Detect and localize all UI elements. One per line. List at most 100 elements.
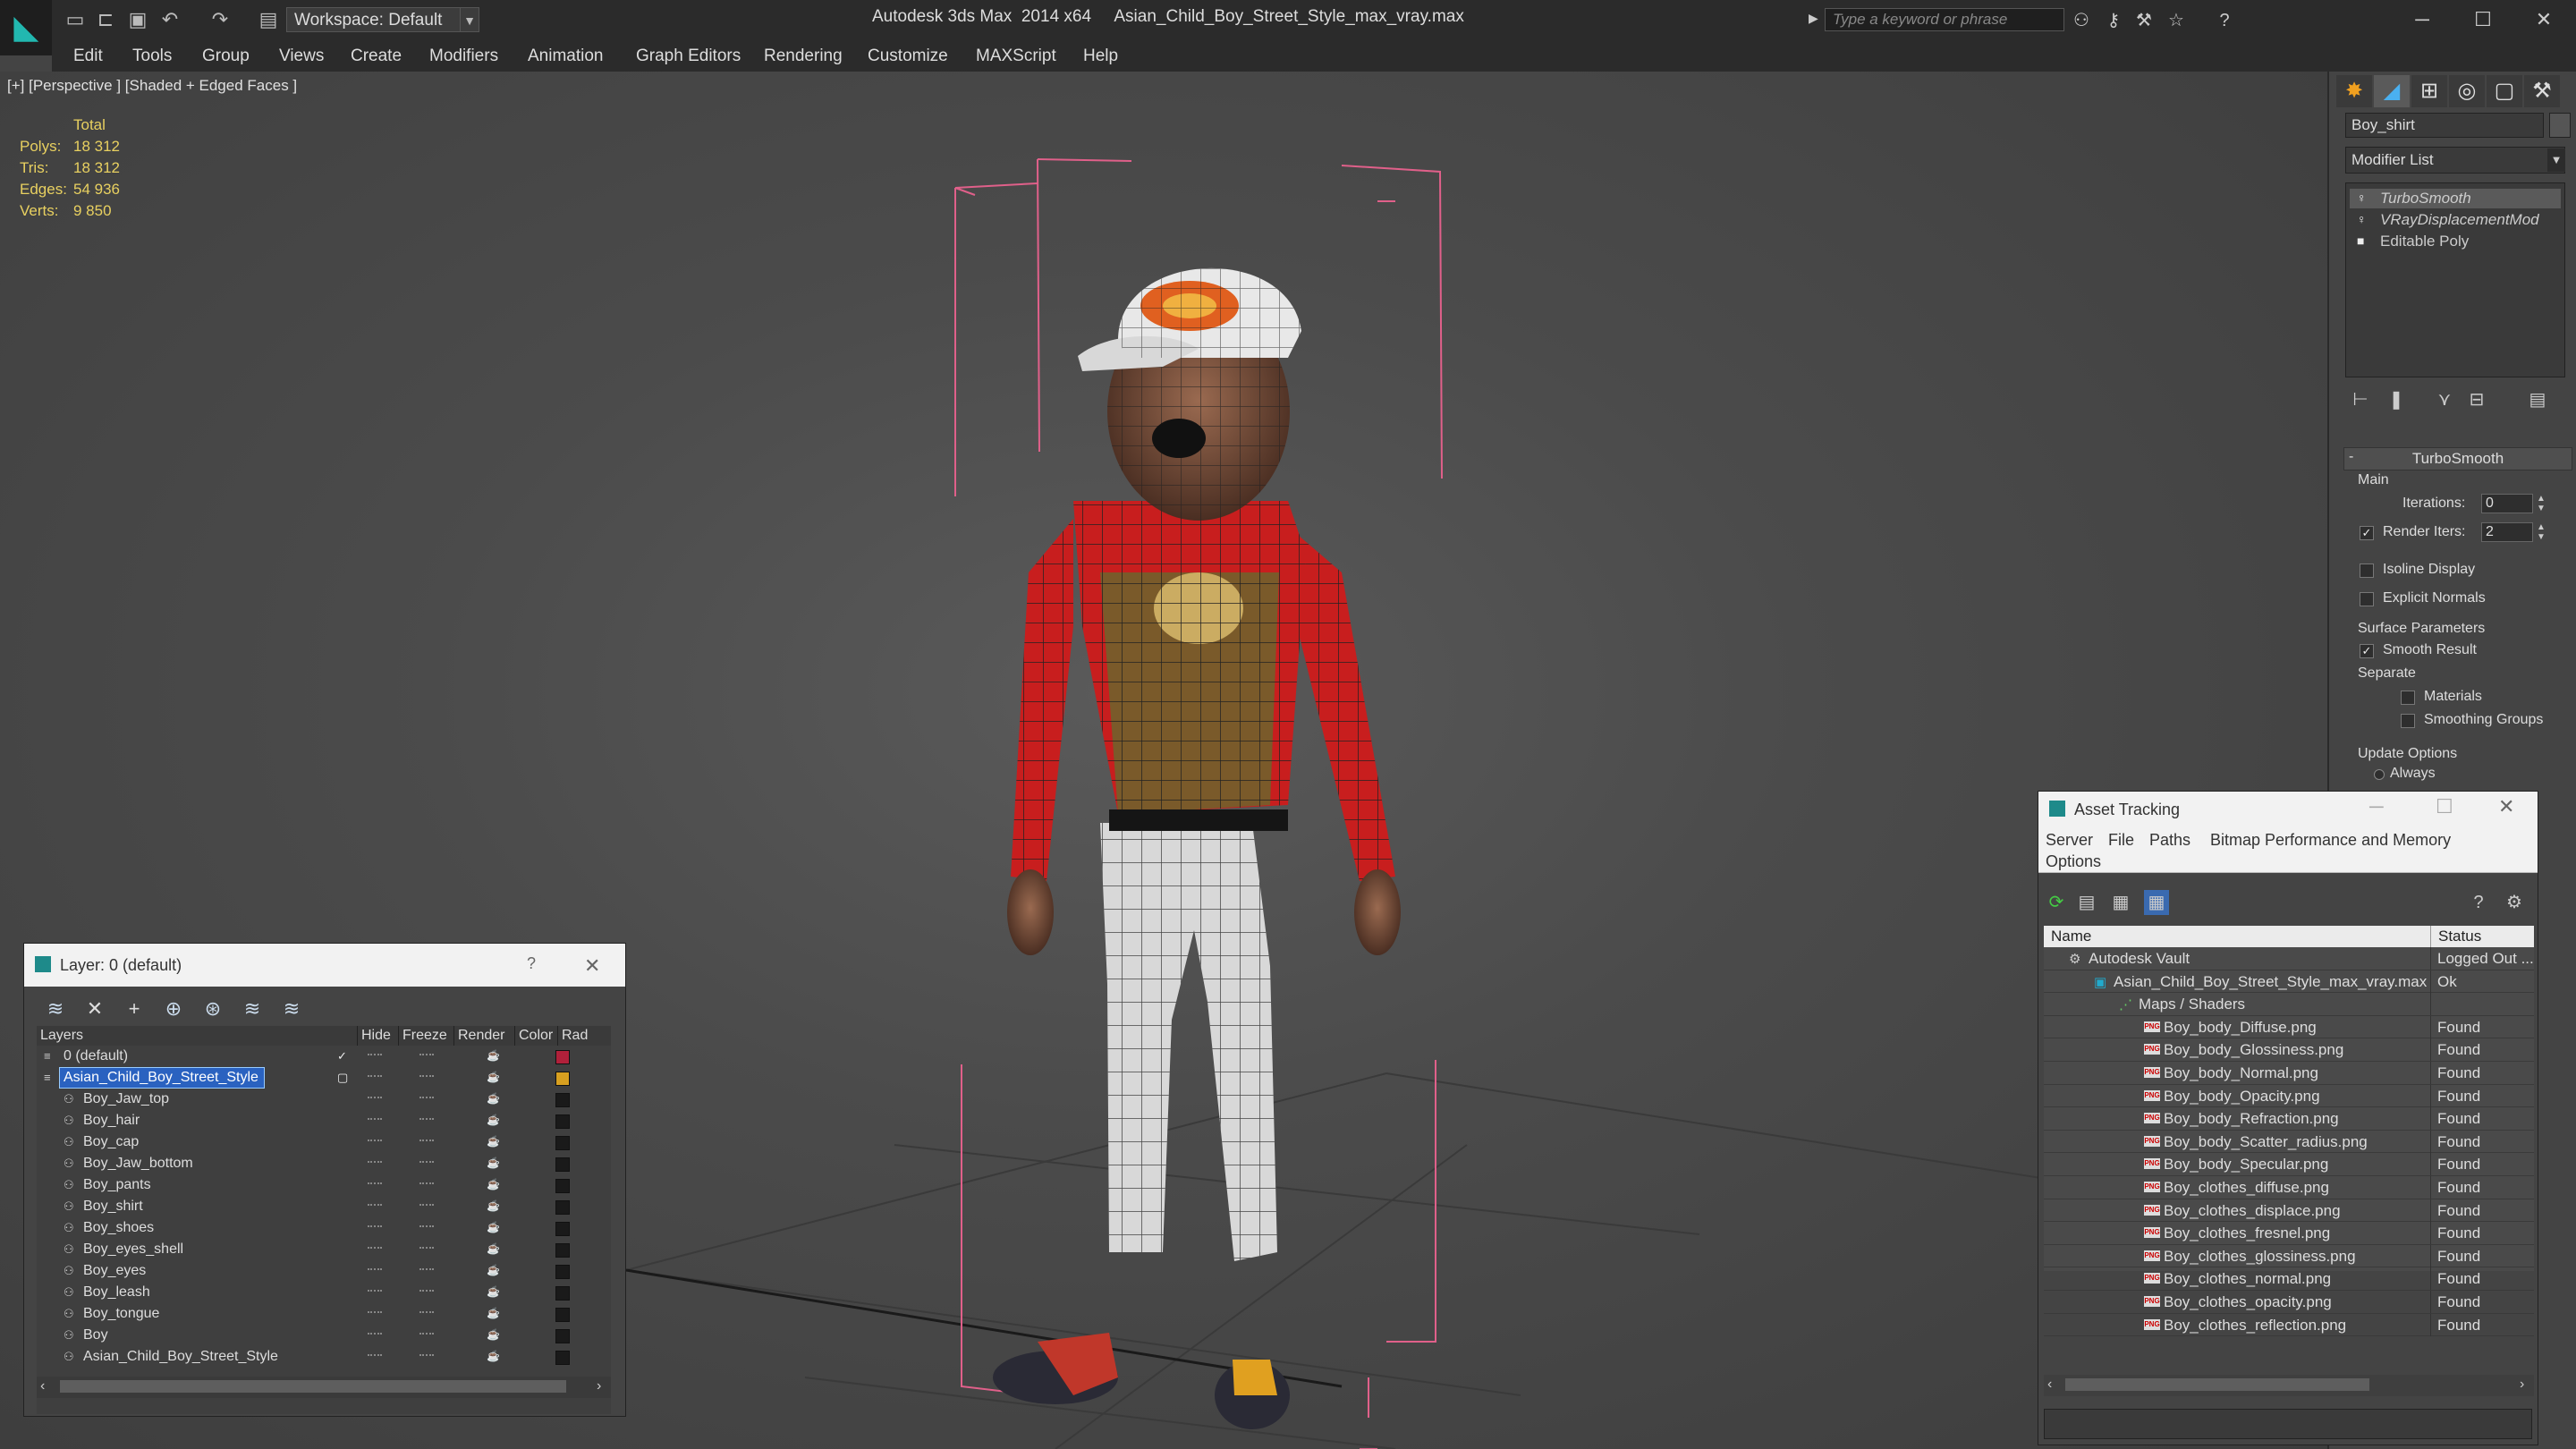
asset-row[interactable]: ⚙ Autodesk Vault Logged Out ...: [2044, 947, 2534, 970]
menu-tools[interactable]: Tools: [132, 45, 172, 68]
layer-color-swatch[interactable]: [555, 1286, 570, 1301]
highlight-layer-icon[interactable]: ⊛: [199, 996, 226, 1022]
layer-color-swatch[interactable]: [555, 1157, 570, 1172]
scroll-right-icon[interactable]: ›: [2520, 1377, 2524, 1393]
layer-name[interactable]: 0 (default): [60, 1046, 133, 1066]
spinner-arrows-icon[interactable]: ▲ ▼: [2535, 494, 2547, 513]
add-to-layer-icon[interactable]: +: [121, 996, 148, 1022]
asset-row[interactable]: PNG Boy_clothes_displace.png Found: [2044, 1199, 2534, 1223]
layer-row[interactable]: ⚇ Boy_tongue ☕: [37, 1303, 611, 1325]
teapot-render-icon[interactable]: ☕: [487, 1243, 500, 1254]
hide-toggle[interactable]: [368, 1225, 382, 1231]
chevron-down-icon[interactable]: ▼: [460, 7, 479, 32]
isoline-checkbox[interactable]: [2360, 564, 2374, 578]
asset-row[interactable]: PNG Boy_clothes_fresnel.png Found: [2044, 1222, 2534, 1245]
hide-toggle[interactable]: [368, 1140, 382, 1145]
menu-help[interactable]: Help: [1083, 45, 1118, 68]
app-menu-button[interactable]: ◣: [0, 0, 52, 55]
menu-views[interactable]: Views: [279, 45, 324, 68]
help-icon[interactable]: ?: [527, 954, 536, 973]
hide-toggle[interactable]: [368, 1333, 382, 1338]
col-layers[interactable]: Layers: [37, 1026, 346, 1046]
turbosmooth-rollout-header[interactable]: TurboSmooth: [2343, 447, 2572, 470]
freeze-toggle[interactable]: [419, 1290, 434, 1295]
col-name[interactable]: Name: [2044, 926, 2430, 947]
hide-toggle[interactable]: [368, 1354, 382, 1360]
menu-options[interactable]: Options: [2046, 852, 2101, 871]
smooth-result-checkbox[interactable]: ✓: [2360, 644, 2374, 658]
teapot-render-icon[interactable]: ☕: [487, 1222, 500, 1233]
asset-row[interactable]: PNG Boy_clothes_normal.png Found: [2044, 1267, 2534, 1291]
asset-row[interactable]: PNG Boy_clothes_reflection.png Found: [2044, 1313, 2534, 1337]
list-view-icon[interactable]: ▤: [2074, 890, 2099, 915]
layer-color-swatch[interactable]: [555, 1179, 570, 1193]
help-icon[interactable]: ?: [2213, 9, 2236, 32]
hide-toggle[interactable]: [368, 1161, 382, 1166]
modify-tab-icon[interactable]: ◢: [2374, 75, 2410, 107]
asset-row[interactable]: PNG Boy_body_Normal.png Found: [2044, 1062, 2534, 1085]
menu-edit[interactable]: Edit: [73, 45, 103, 68]
asset-row[interactable]: PNG Boy_body_Specular.png Found: [2044, 1153, 2534, 1176]
layer-name[interactable]: Boy_shoes: [80, 1218, 159, 1238]
layer-color-swatch[interactable]: [555, 1243, 570, 1258]
scroll-thumb[interactable]: [60, 1380, 566, 1393]
layer-row[interactable]: ⚇ Boy_Jaw_top ☕: [37, 1089, 611, 1110]
layer-row[interactable]: ⚇ Boy_shoes ☕: [37, 1217, 611, 1239]
redo-icon[interactable]: ↷: [208, 7, 233, 32]
active-layer-check-icon[interactable]: ✓: [337, 1049, 350, 1063]
teapot-render-icon[interactable]: ☕: [487, 1286, 500, 1297]
configure-sets-icon[interactable]: ▤: [2524, 386, 2551, 413]
freeze-toggle[interactable]: [419, 1161, 434, 1166]
utilities-tab-icon[interactable]: ⚒: [2524, 75, 2560, 107]
layer-row[interactable]: ⚇ Boy_shirt ☕: [37, 1196, 611, 1217]
layer-color-swatch[interactable]: [555, 1072, 570, 1086]
layer-color-swatch[interactable]: [555, 1114, 570, 1129]
close-icon[interactable]: ✕: [2498, 795, 2514, 818]
create-tab-icon[interactable]: ✸: [2336, 75, 2372, 107]
set-active-layer-icon[interactable]: ▢: [337, 1071, 350, 1085]
lightbulb-icon[interactable]: ♀: [2357, 191, 2369, 204]
thumbnail-view-icon[interactable]: ▦: [2108, 890, 2133, 915]
layer-color-swatch[interactable]: [555, 1200, 570, 1215]
hide-toggle[interactable]: [368, 1097, 382, 1102]
hide-toggle[interactable]: [368, 1054, 382, 1059]
layer-color-swatch[interactable]: [555, 1329, 570, 1343]
binoculars-icon[interactable]: ⚇: [2070, 9, 2093, 32]
materials-checkbox[interactable]: [2401, 691, 2415, 705]
menu-customize[interactable]: Customize: [868, 45, 948, 68]
menu-animation[interactable]: Animation: [528, 45, 604, 68]
teapot-render-icon[interactable]: ☕: [487, 1072, 500, 1082]
hide-toggle[interactable]: [368, 1311, 382, 1317]
layer-name[interactable]: Asian_Child_Boy_Street_Style: [59, 1067, 265, 1089]
layer-color-swatch[interactable]: [555, 1093, 570, 1107]
asset-row[interactable]: PNG Boy_body_Diffuse.png Found: [2044, 1015, 2534, 1039]
teapot-render-icon[interactable]: ☕: [487, 1179, 500, 1190]
table-view-icon[interactable]: ▦: [2144, 890, 2169, 915]
menu-bitmap-performance[interactable]: Bitmap Performance and Memory: [2210, 831, 2451, 850]
close-icon[interactable]: ✕: [2522, 4, 2565, 36]
lightbulb-icon[interactable]: ♀: [2357, 213, 2369, 225]
project-folder-icon[interactable]: ▤: [256, 7, 281, 32]
workspace-dropdown[interactable]: Workspace: Default: [286, 7, 465, 32]
scroll-thumb[interactable]: [2065, 1378, 2369, 1391]
hide-all-icon[interactable]: ≋: [239, 996, 266, 1022]
hide-toggle[interactable]: [368, 1118, 382, 1123]
layer-name[interactable]: Boy_eyes_shell: [80, 1240, 189, 1259]
scroll-left-icon[interactable]: ‹: [40, 1378, 45, 1394]
teapot-render-icon[interactable]: ☕: [487, 1114, 500, 1125]
iterations-spinner[interactable]: 0: [2481, 494, 2533, 513]
teapot-render-icon[interactable]: ☕: [487, 1157, 500, 1168]
collapse-icon[interactable]: -: [2349, 449, 2353, 465]
menu-rendering[interactable]: Rendering: [764, 45, 843, 68]
smoothing-groups-checkbox[interactable]: [2401, 714, 2415, 728]
key-icon[interactable]: ⚷: [2102, 9, 2125, 32]
layer-row[interactable]: ⚇ Boy ☕: [37, 1325, 611, 1346]
layer-row[interactable]: ≡ 0 (default) ✓ ☕: [37, 1046, 611, 1067]
hide-toggle[interactable]: [368, 1075, 382, 1080]
col-freeze[interactable]: Freeze: [398, 1026, 453, 1046]
new-file-icon[interactable]: ▭: [63, 7, 88, 32]
layer-color-swatch[interactable]: [555, 1265, 570, 1279]
layer-row[interactable]: ⚇ Boy_hair ☕: [37, 1110, 611, 1131]
object-color-swatch[interactable]: [2549, 113, 2571, 138]
hide-toggle[interactable]: [368, 1204, 382, 1209]
